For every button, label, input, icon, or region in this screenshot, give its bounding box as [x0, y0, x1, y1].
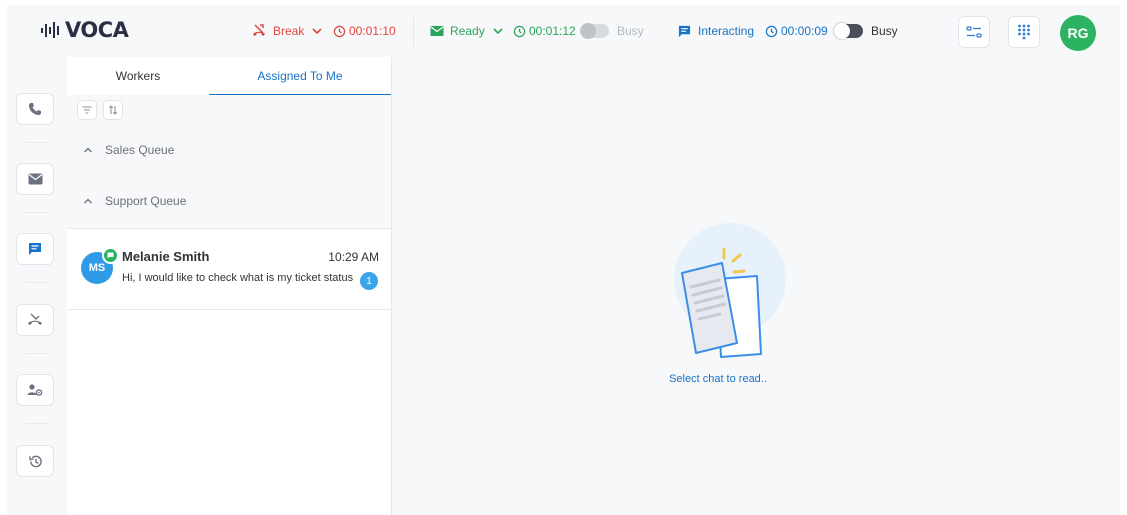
user-gear-icon — [27, 384, 43, 396]
chevron-up-icon — [84, 198, 92, 204]
tab-assigned-to-me[interactable]: Assigned To Me — [209, 57, 391, 96]
interacting-timer-value: 00:00:09 — [781, 24, 828, 38]
app-logo[interactable]: VOCA — [40, 17, 130, 43]
busy-label: Busy — [617, 24, 644, 38]
chevron-up-icon — [84, 147, 92, 153]
break-label: Break — [273, 24, 305, 38]
ready-label: Ready — [450, 24, 485, 38]
chat-list-panel: Workers Assigned To Me Sales Queue Suppo… — [67, 57, 392, 515]
filter-button[interactable] — [77, 100, 97, 120]
chat-content-area: Select chat to read.. — [392, 57, 1120, 515]
sidebar-item-email[interactable] — [16, 163, 54, 195]
interacting-busy-toggle[interactable]: Busy — [834, 21, 898, 41]
missed-call-icon — [253, 24, 265, 36]
busy-label: Busy — [871, 24, 898, 38]
sidebar — [7, 57, 68, 515]
sidebar-item-phone[interactable] — [16, 93, 54, 125]
divider — [25, 142, 49, 143]
sidebar-item-chat[interactable] — [16, 233, 54, 265]
list-item[interactable]: MS Melanie Smith 10:29 AM Hi, I would li… — [67, 229, 391, 310]
clock-icon — [513, 25, 526, 37]
contact-name: Melanie Smith — [122, 249, 210, 264]
ready-status-dropdown[interactable]: Ready — [430, 21, 504, 41]
queue-label: Support Queue — [105, 194, 187, 208]
empty-state-text: Select chat to read.. — [669, 373, 767, 385]
ready-busy-toggle[interactable]: Busy — [580, 21, 644, 41]
chat-icon — [29, 243, 41, 255]
user-avatar[interactable]: RG — [1060, 15, 1096, 51]
divider — [25, 282, 49, 283]
clock-icon — [765, 25, 778, 37]
sliders-icon — [966, 26, 982, 38]
divider — [25, 353, 49, 354]
envelope-icon — [28, 173, 42, 185]
chat-time: 10:29 AM — [328, 250, 379, 264]
tab-workers[interactable]: Workers — [67, 57, 209, 95]
sidebar-item-user-settings[interactable] — [16, 374, 54, 406]
clock-icon — [333, 25, 346, 37]
break-timer: 00:01:10 — [333, 21, 396, 41]
busy-switch[interactable] — [834, 23, 863, 39]
queue-list: Sales Queue Support Queue — [67, 124, 391, 229]
sort-icon — [108, 105, 118, 115]
chat-channel-badge — [102, 247, 119, 264]
sort-button[interactable] — [103, 100, 123, 120]
chat-icon — [678, 25, 691, 37]
sidebar-item-missed-calls[interactable] — [16, 304, 54, 336]
interacting-status[interactable]: Interacting — [678, 21, 754, 41]
break-status-dropdown[interactable]: Break — [251, 21, 323, 41]
queue-sales[interactable]: Sales Queue — [83, 140, 174, 160]
queue-support[interactable]: Support Queue — [83, 191, 186, 211]
missed-call-icon — [28, 313, 42, 325]
ready-timer-value: 00:01:12 — [529, 24, 576, 38]
dialpad-button[interactable] — [1008, 16, 1040, 48]
chevron-down-icon — [312, 28, 322, 35]
divider — [25, 423, 49, 424]
logo-text: VOCA — [65, 18, 129, 42]
chat-icon — [107, 252, 114, 259]
ready-timer: 00:01:12 — [513, 21, 576, 41]
dialpad-icon — [1018, 24, 1030, 40]
chat-list-tabs: Workers Assigned To Me — [67, 57, 391, 96]
divider — [25, 212, 49, 213]
top-bar: VOCA Break 00:01:10 Ready 00:01:12 Busy … — [7, 5, 1120, 57]
chevron-down-icon — [493, 28, 503, 35]
empty-chat-illustration — [674, 223, 786, 358]
chat-preview: Hi, I would like to check what is my tic… — [122, 272, 354, 284]
app-window: VOCA Break 00:01:10 Ready 00:01:12 Busy … — [7, 5, 1120, 515]
chat-list-toolbar — [67, 95, 391, 125]
interacting-timer: 00:00:09 — [765, 21, 828, 41]
sidebar-item-history[interactable] — [16, 445, 54, 477]
queue-label: Sales Queue — [105, 143, 175, 157]
phone-icon — [29, 103, 41, 115]
equalizer-bars-icon — [41, 22, 59, 38]
unread-badge: 1 — [360, 272, 378, 290]
interacting-label: Interacting — [698, 24, 755, 38]
history-icon — [28, 455, 42, 467]
divider — [413, 17, 414, 47]
envelope-icon — [430, 26, 444, 36]
filter-icon — [82, 106, 92, 114]
break-timer-value: 00:01:10 — [349, 24, 396, 38]
settings-button[interactable] — [958, 16, 990, 48]
busy-switch[interactable] — [580, 23, 609, 39]
